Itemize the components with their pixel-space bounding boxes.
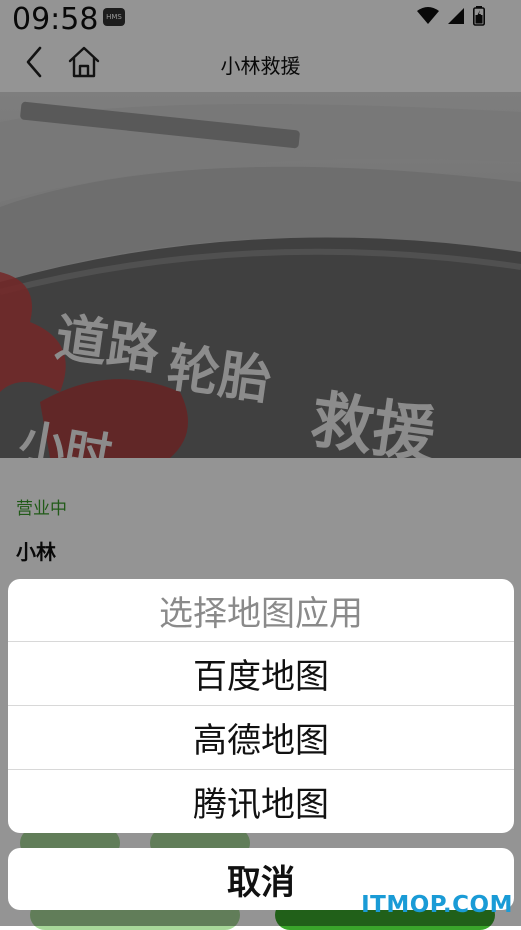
map-app-action-sheet: 选择地图应用 百度地图 高德地图 腾讯地图 <box>8 579 514 833</box>
page: 09:58 HMS 小林救援 营业中 小林 道路 轮胎 救援 小时 选择地图应用… <box>0 0 521 930</box>
watermark: ITMOP.COM <box>361 892 513 918</box>
option-tencent-map[interactable]: 腾讯地图 <box>8 770 514 833</box>
action-sheet-title: 选择地图应用 <box>8 579 514 642</box>
option-baidu-map[interactable]: 百度地图 <box>8 642 514 706</box>
option-amap[interactable]: 高德地图 <box>8 706 514 770</box>
